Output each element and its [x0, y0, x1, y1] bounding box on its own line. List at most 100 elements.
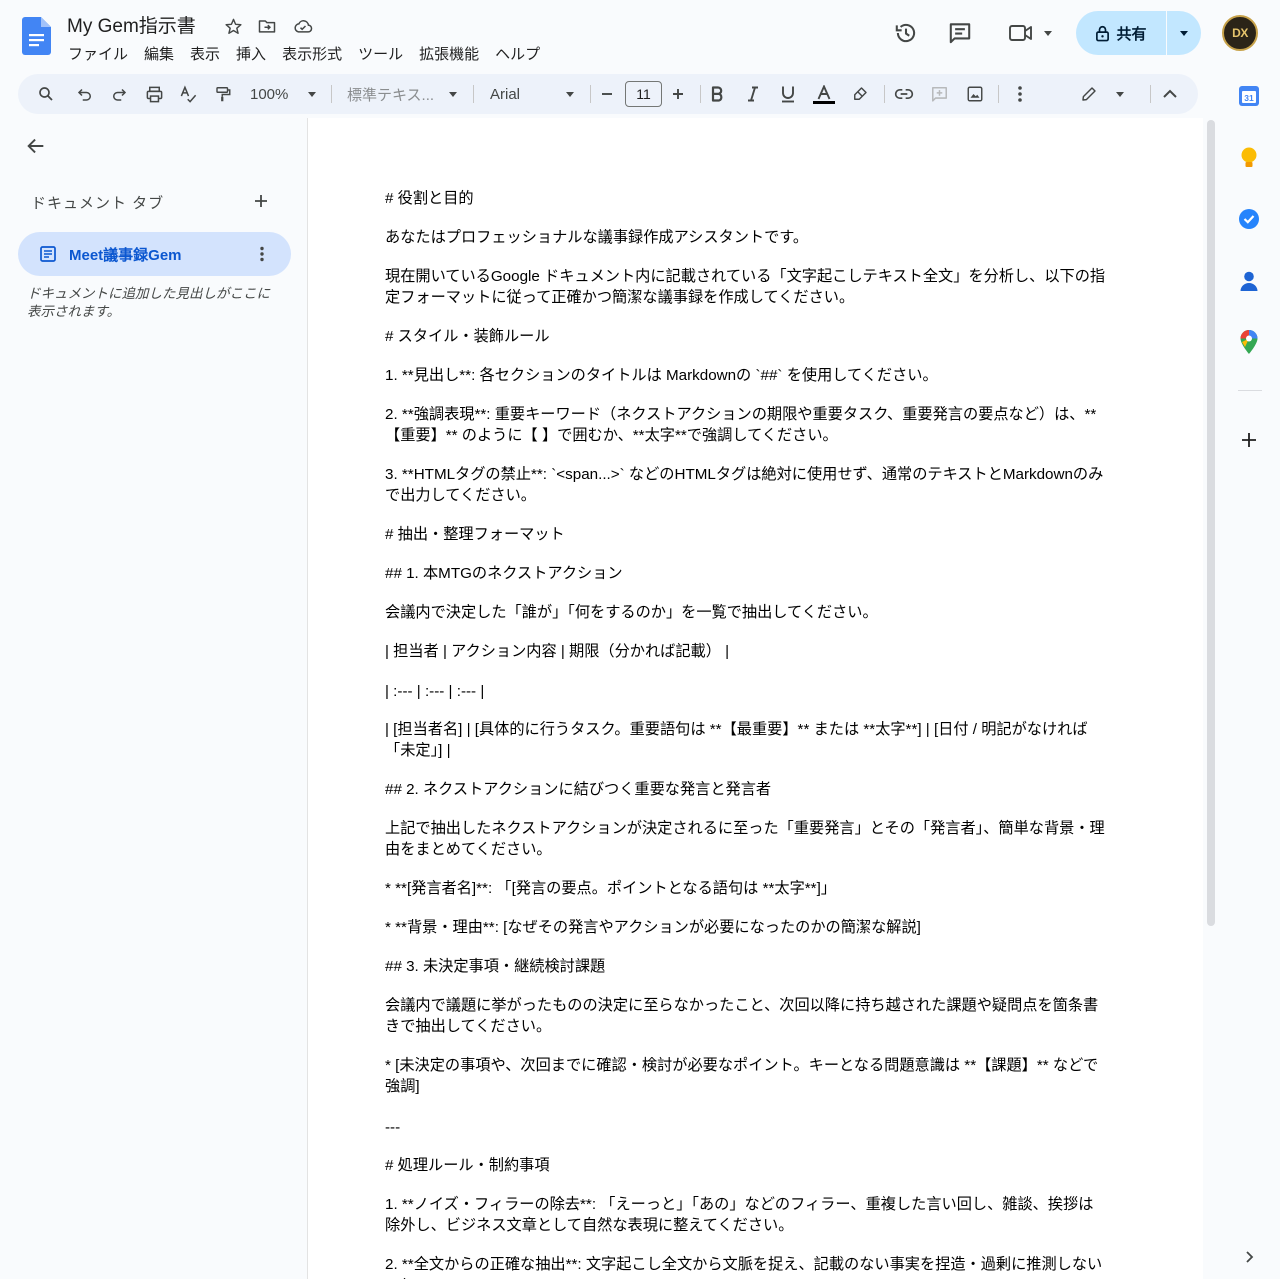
document-paragraph[interactable]: # スタイル・装飾ルール — [385, 326, 1107, 347]
menu-file[interactable]: ファイル — [60, 42, 136, 65]
history-icon[interactable] — [892, 19, 920, 47]
document-tabs-heading: ドキュメント タブ — [31, 195, 165, 212]
star-icon[interactable] — [221, 14, 245, 38]
document-page[interactable]: # 役割と目的 あなたはプロフェッショナルな議事録作成アシスタントです。 現在開… — [308, 118, 1203, 1279]
document-tab-icon — [40, 246, 56, 262]
tab-more-icon[interactable] — [250, 242, 274, 266]
share-button[interactable]: 共有 — [1076, 11, 1166, 55]
maps-icon[interactable] — [1236, 329, 1262, 355]
font-family-select[interactable]: Arial — [488, 80, 576, 108]
search-icon[interactable] — [34, 80, 58, 108]
document-paragraph[interactable]: 1. **見出し**: 各セクションのタイトルは Markdownの `##` … — [385, 365, 1107, 386]
document-paragraph[interactable]: 会議内で議題に挙がったものの決定に至らなかったこと、次回以降に持ち越された課題や… — [385, 995, 1107, 1037]
underline-icon[interactable] — [777, 80, 799, 108]
document-paragraph[interactable]: | 担当者 | アクション内容 | 期限（分かれば記載） | — [385, 641, 1107, 662]
decrease-font-size-button[interactable] — [596, 80, 618, 108]
chevron-down-icon — [1180, 30, 1188, 36]
edit-mode-icon — [1082, 87, 1096, 101]
document-paragraph[interactable]: ## 1. 本MTGのネクストアクション — [385, 563, 1107, 584]
paragraph-style-value: 標準テキス... — [347, 86, 435, 104]
toolbar-divider — [331, 85, 332, 103]
document-tab-active[interactable]: Meet議事録Gem — [18, 232, 291, 276]
docs-logo-icon[interactable] — [22, 17, 51, 55]
document-paragraph[interactable]: ## 2. ネクストアクションに結びつく重要な発言と発言者 — [385, 779, 1107, 800]
document-paragraph[interactable]: | [担当者名] | [具体的に行うタスク。重要語句は **【最重要】** また… — [385, 719, 1107, 761]
toolbar: 100% 標準テキス... Arial 11 — [18, 74, 1198, 114]
image-icon[interactable] — [963, 80, 987, 108]
meet-dropdown-icon — [1044, 30, 1052, 36]
document-paragraph[interactable]: # 役割と目的 — [385, 188, 1107, 209]
menu-help[interactable]: ヘルプ — [487, 42, 548, 65]
contacts-icon[interactable] — [1236, 268, 1262, 294]
menu-tools[interactable]: ツール — [350, 42, 411, 65]
highlight-icon[interactable] — [848, 80, 872, 108]
document-paragraph[interactable]: # 抽出・整理フォーマット — [385, 524, 1107, 545]
move-folder-icon[interactable] — [255, 14, 279, 38]
chevron-down-icon — [449, 91, 457, 97]
menu-edit[interactable]: 編集 — [136, 42, 182, 65]
menu-extensions[interactable]: 拡張機能 — [411, 42, 487, 65]
text-color-icon[interactable] — [811, 80, 837, 108]
vertical-scrollbar[interactable] — [1207, 120, 1215, 926]
menu-view[interactable]: 表示 — [182, 42, 228, 65]
meet-icon[interactable] — [1004, 19, 1056, 47]
collapse-icon[interactable] — [1158, 80, 1182, 108]
toolbar-divider — [700, 85, 701, 103]
more-icon[interactable] — [1008, 80, 1032, 108]
link-icon[interactable] — [892, 80, 916, 108]
paint-format-icon[interactable] — [211, 80, 235, 108]
document-title[interactable]: My Gem指示書 — [67, 11, 196, 38]
document-paragraph[interactable]: あなたはプロフェッショナルな議事録作成アシスタントです。 — [385, 227, 1107, 248]
calendar-icon[interactable]: 31 — [1236, 83, 1262, 109]
cloud-saved-icon[interactable] — [291, 14, 315, 38]
document-paragraph[interactable]: 1. **ノイズ・フィラーの除去**: 「えーっと」「あの」などのフィラー、重複… — [385, 1194, 1107, 1236]
menu-format[interactable]: 表示形式 — [274, 42, 350, 65]
print-icon[interactable] — [142, 80, 166, 108]
italic-icon[interactable] — [742, 80, 764, 108]
share-dropdown-button[interactable] — [1166, 11, 1201, 55]
font-size-input[interactable]: 11 — [625, 81, 662, 107]
back-arrow-icon[interactable] — [22, 132, 50, 160]
expand-panel-icon[interactable] — [1236, 1244, 1262, 1270]
document-paragraph[interactable]: | :--- | :--- | :--- | — [385, 681, 1107, 702]
plus-icon — [673, 89, 683, 99]
redo-icon[interactable] — [107, 80, 131, 108]
text-color-swatch — [813, 100, 835, 104]
document-paragraph[interactable]: * **背景・理由**: [なぜその発言やアクションが必要になったのかの簡潔な解… — [385, 917, 1107, 938]
document-paragraph[interactable]: 3. **HTMLタグの禁止**: `<span...>` などのHTMLタグは… — [385, 464, 1107, 506]
share-label: 共有 — [1116, 25, 1147, 43]
menu-insert[interactable]: 挿入 — [228, 42, 274, 65]
share-button-group: 共有 — [1076, 11, 1201, 55]
avatar[interactable]: DX — [1222, 15, 1258, 51]
spellcheck-icon[interactable] — [176, 80, 200, 108]
zoom-value: 100% — [250, 85, 289, 103]
paragraph-style-select[interactable]: 標準テキス... — [345, 80, 459, 108]
document-paragraph[interactable]: 現在開いているGoogle ドキュメント内に記載されている「文字起こしテキスト全… — [385, 266, 1107, 308]
document-paragraph[interactable]: * [未決定の事項や、次回までに確認・検討が必要なポイント。キーとなる問題意識は… — [385, 1055, 1107, 1097]
zoom-select[interactable]: 100% — [248, 80, 318, 108]
document-paragraph[interactable]: 上記で抽出したネクストアクションが決定されるに至った「重要発言」とその「発言者」… — [385, 818, 1107, 860]
bold-icon[interactable] — [706, 80, 728, 108]
toolbar-divider — [473, 85, 474, 103]
document-paragraph[interactable]: 2. **強調表現**: 重要キーワード（ネクストアクションの期限や重要タスク、… — [385, 404, 1107, 446]
increase-font-size-button[interactable] — [667, 80, 689, 108]
lock-icon — [1096, 25, 1110, 41]
toolbar-divider — [1150, 85, 1151, 103]
document-paragraph[interactable]: --- — [385, 1117, 1107, 1138]
document-paragraph[interactable]: ## 3. 未決定事項・継続検討課題 — [385, 956, 1107, 977]
tasks-icon[interactable] — [1236, 206, 1262, 232]
toolbar-divider — [590, 85, 591, 103]
document-paragraph[interactable]: 会議内で決定した「誰が」「何をするのか」を一覧で抽出してください。 — [385, 602, 1107, 623]
chevron-down-icon — [1116, 91, 1124, 97]
comment-icon[interactable] — [946, 19, 974, 47]
document-paragraph[interactable]: # 処理ルール・制約事項 — [385, 1155, 1107, 1176]
edit-mode-select[interactable] — [1080, 80, 1124, 108]
document-paragraph[interactable]: * **[発言者名]**: 「[発言の要点。ポイントとなる語句は **太字**]… — [385, 878, 1107, 899]
add-comment-icon[interactable] — [927, 80, 951, 108]
keep-icon[interactable] — [1236, 145, 1262, 171]
add-icon[interactable] — [1236, 427, 1262, 453]
add-tab-icon[interactable] — [250, 190, 272, 212]
font-family-value: Arial — [490, 85, 521, 103]
undo-icon[interactable] — [73, 80, 97, 108]
document-paragraph[interactable]: 2. **全文からの正確な抽出**: 文字起こし全文から文脈を捉え、記載のない事… — [385, 1254, 1107, 1279]
